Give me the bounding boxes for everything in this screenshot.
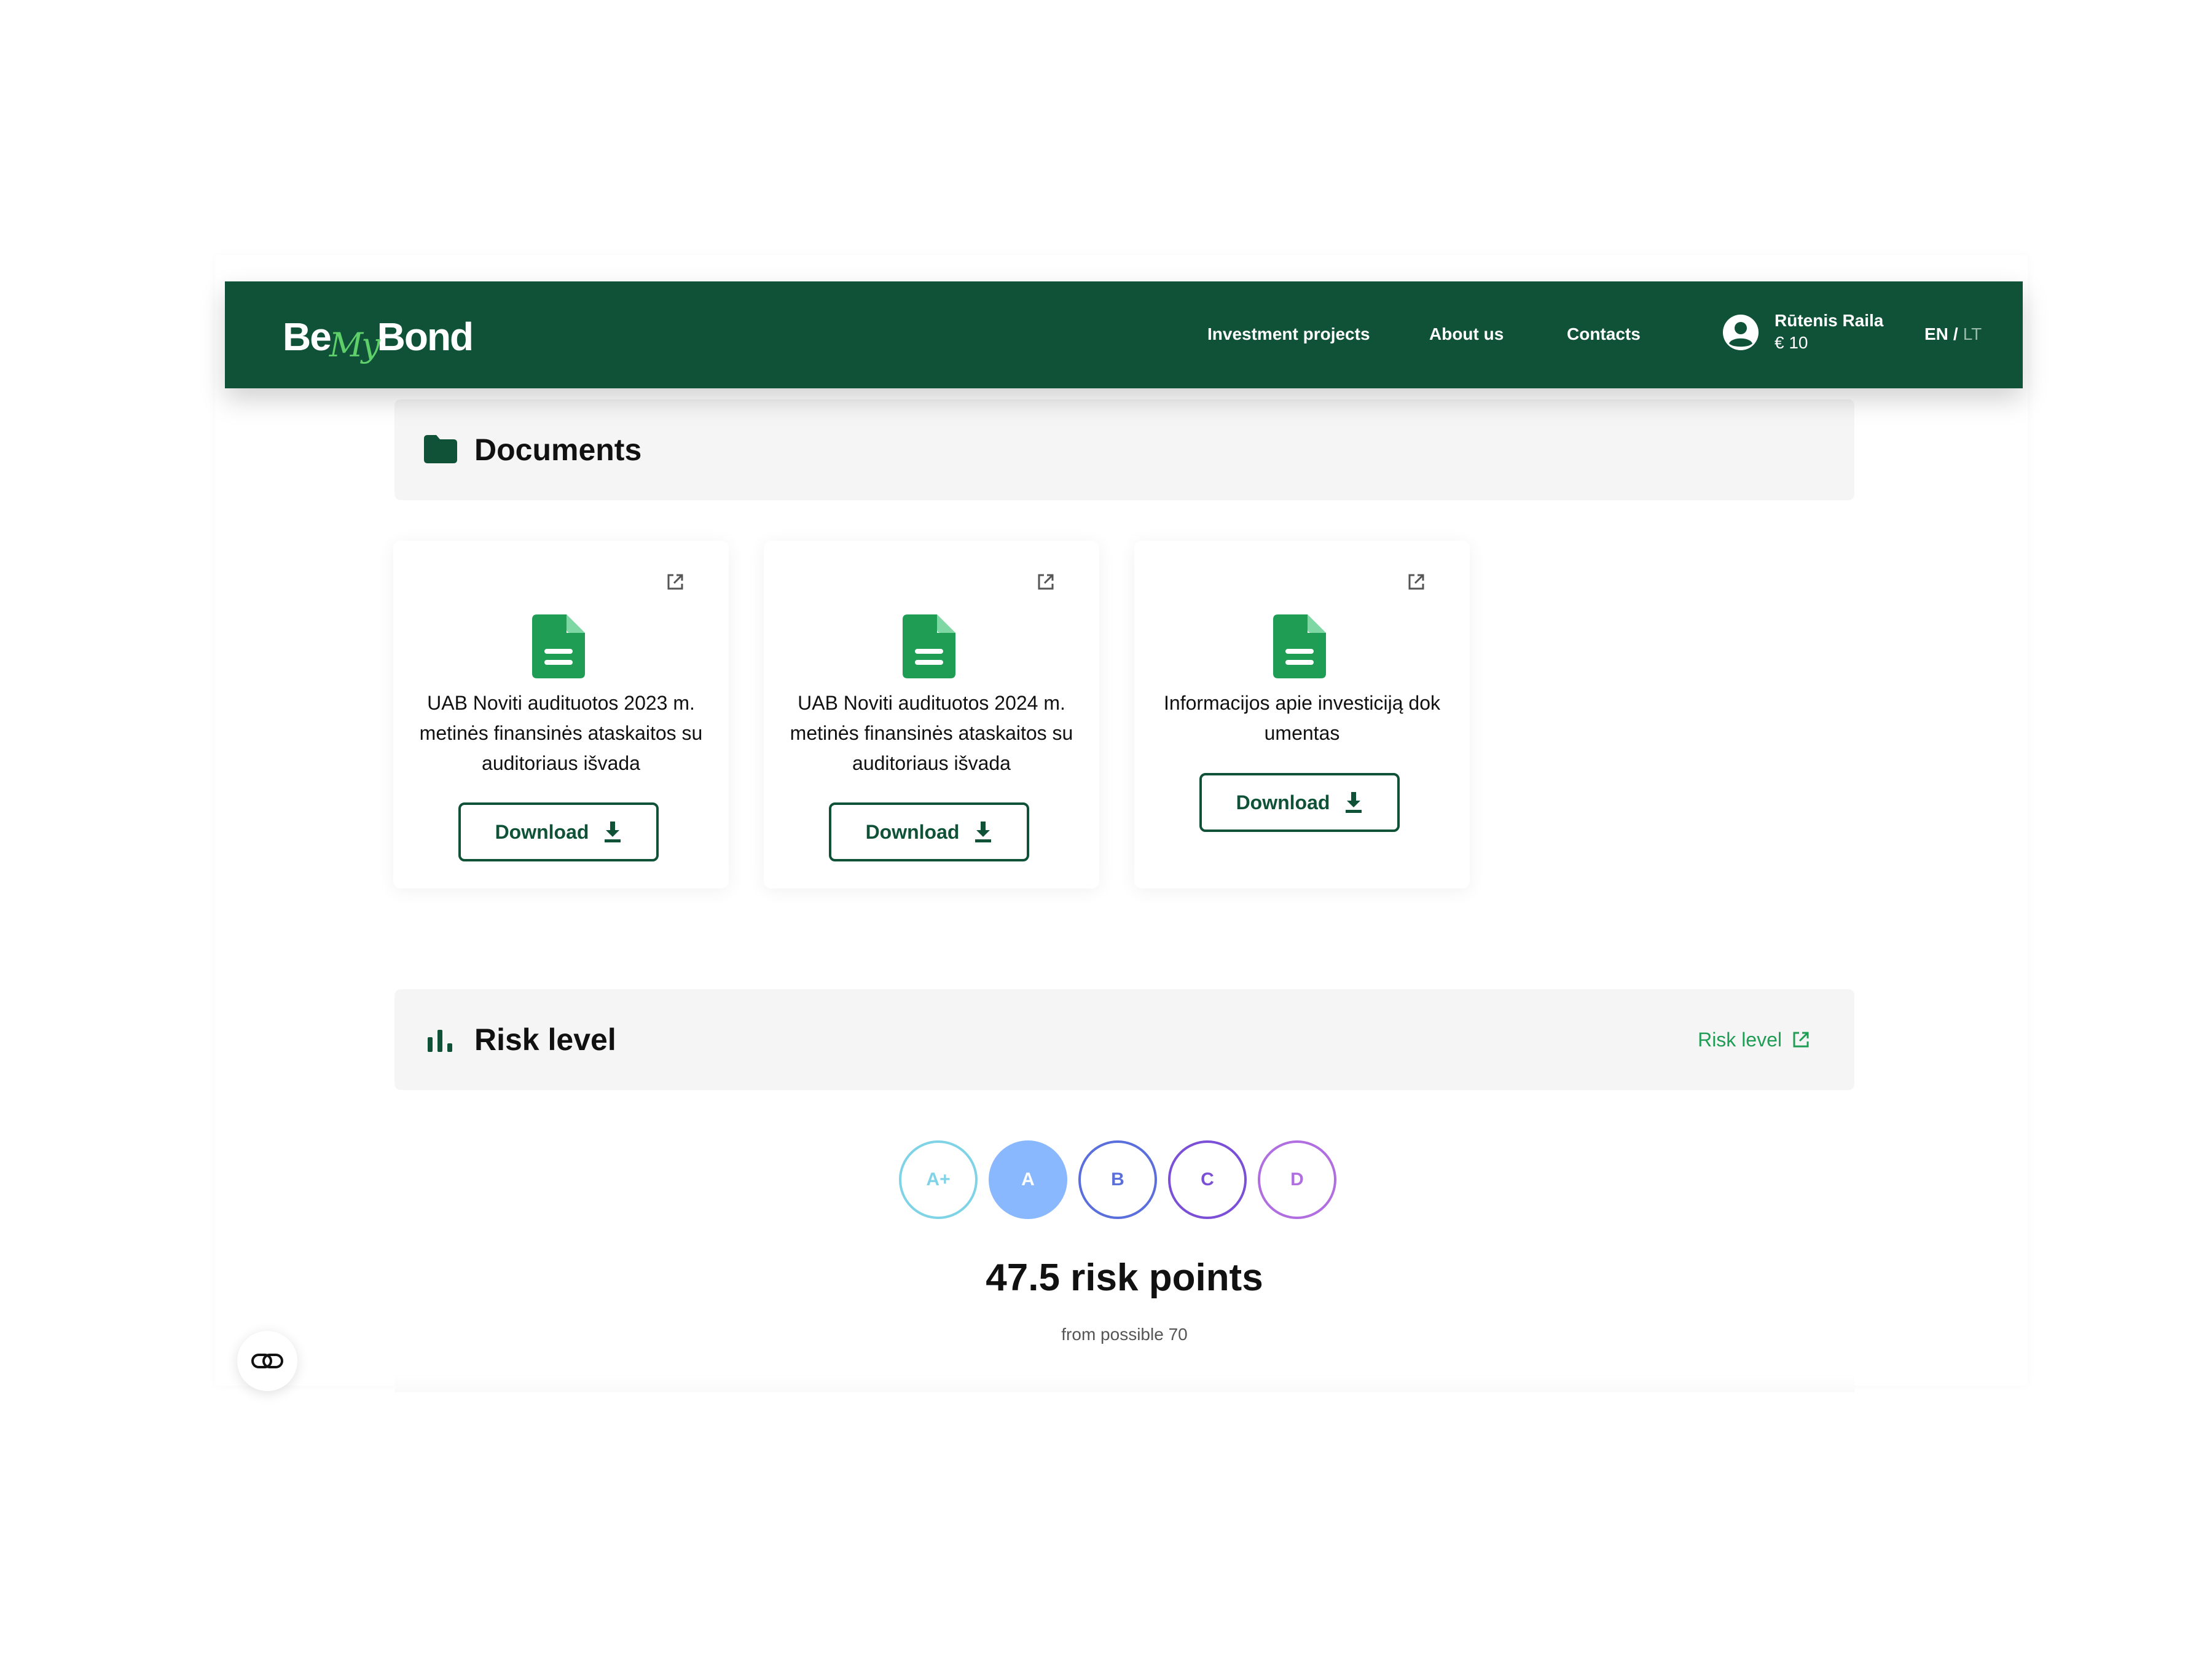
download-button[interactable]: Download (1199, 773, 1400, 832)
document-card: Informacijos apie investiciją dokumentas… (1134, 541, 1470, 888)
file-document-icon (903, 614, 955, 678)
nav-about-us[interactable]: About us (1429, 322, 1504, 347)
lang-en[interactable]: EN (1924, 324, 1948, 343)
nav-investment-projects[interactable]: Investment projects (1207, 322, 1370, 347)
floating-link-button[interactable] (237, 1331, 297, 1391)
document-card: UAB Noviti audituotos 2024 m. metinės fi… (764, 541, 1099, 888)
download-arrow-icon (1346, 792, 1362, 813)
grade-a[interactable]: A (989, 1140, 1067, 1219)
risk-points-value: 47.5 risk points (986, 1257, 1263, 1299)
download-button[interactable]: Download (829, 802, 1029, 861)
external-link-icon[interactable] (666, 573, 684, 591)
top-navbar: BeMyBond Investment projects About us Co… (225, 281, 2023, 388)
document-title: UAB Noviti audituotos 2023 m. metinės fi… (419, 692, 703, 774)
nav-contacts[interactable]: Contacts (1567, 322, 1641, 347)
documents-header: Documents (394, 399, 1854, 500)
user-name[interactable]: Rūtenis Raila (1775, 311, 1883, 331)
lang-lt[interactable]: LT (1963, 324, 1982, 343)
external-link-icon[interactable] (1407, 573, 1426, 591)
download-arrow-icon (605, 822, 621, 842)
risk-level-title: Risk level (474, 1022, 616, 1057)
risk-level-link-label: Risk level (1698, 1029, 1782, 1051)
grade-a-plus[interactable]: A+ (899, 1140, 978, 1219)
user-avatar-icon[interactable] (1722, 313, 1760, 351)
user-balance: € 10 (1775, 333, 1808, 352)
link-chat-icon (251, 1354, 283, 1368)
download-button-label: Download (865, 820, 960, 843)
logo-part-my: My (329, 326, 380, 364)
folder-icon (424, 435, 457, 463)
documents-title: Documents (474, 433, 642, 467)
risk-points-subtext: from possible 70 (1061, 1325, 1188, 1344)
document-title: Informacijos apie investiciją dokumentas (1164, 692, 1440, 744)
bemybond-logo[interactable]: BeMyBond (283, 312, 474, 364)
file-document-icon (1273, 614, 1326, 678)
logo-part-bond: Bond (377, 315, 474, 359)
logo-part-be: Be (283, 315, 332, 359)
download-button-label: Download (495, 820, 589, 843)
grade-c[interactable]: C (1168, 1140, 1247, 1219)
content-fade (394, 1374, 1854, 1392)
grade-d[interactable]: D (1258, 1140, 1336, 1219)
download-button[interactable]: Download (458, 802, 659, 861)
download-arrow-icon (975, 822, 992, 842)
document-title: UAB Noviti audituotos 2024 m. metinės fi… (790, 692, 1073, 774)
external-link-icon (1793, 1032, 1809, 1048)
external-link-icon[interactable] (1037, 573, 1055, 591)
file-document-icon (532, 614, 585, 678)
lang-separator: / (1953, 324, 1958, 343)
risk-level-header: Risk level Risk level (394, 989, 1854, 1090)
document-card: UAB Noviti audituotos 2023 m. metinės fi… (393, 541, 729, 888)
language-switcher: EN / LT (1924, 322, 1982, 347)
risk-level-link[interactable]: Risk level (1698, 1026, 1810, 1053)
bar-chart-icon (428, 1030, 452, 1052)
grade-b[interactable]: B (1078, 1140, 1157, 1219)
download-button-label: Download (1236, 791, 1330, 814)
